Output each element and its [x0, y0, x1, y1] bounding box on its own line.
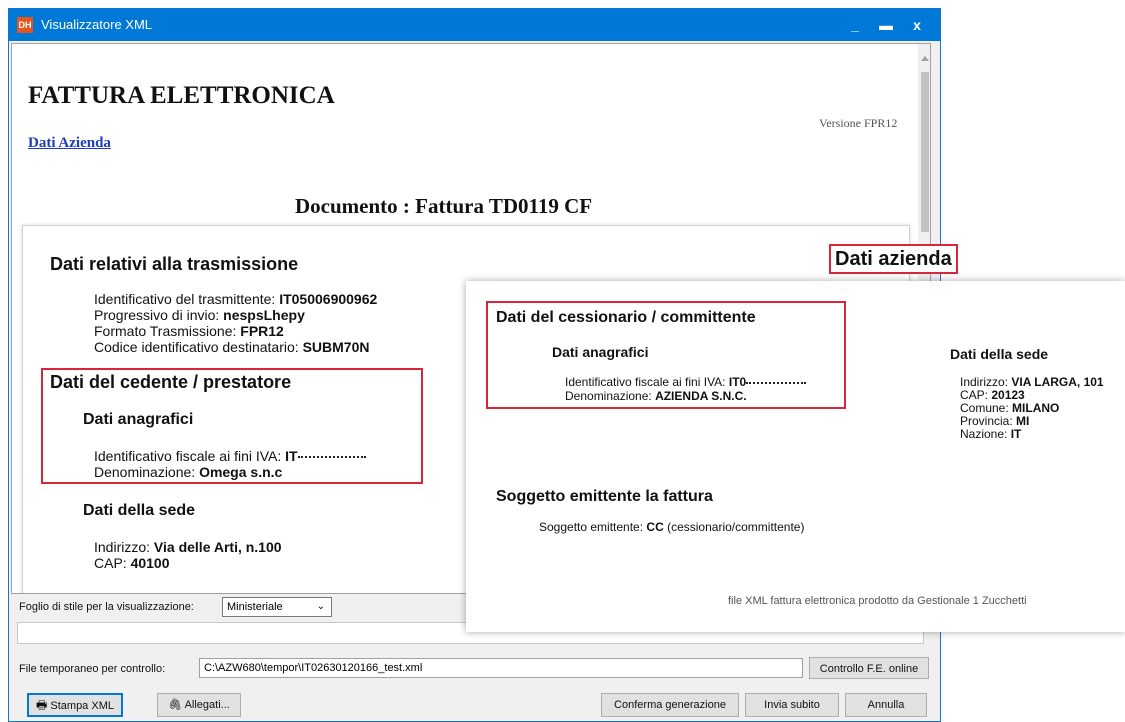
- progressivo-row: Progressivo di invio: nespsLhepy: [94, 307, 305, 323]
- dati-azienda-link[interactable]: Dati Azienda: [28, 135, 111, 152]
- cedente-indirizzo-row: Indirizzo: Via delle Arti, n.100: [94, 539, 282, 555]
- stylesheet-selected-value: Ministeriale: [227, 601, 283, 613]
- sede-nazione-row: Nazione: IT: [960, 427, 1022, 441]
- tempfile-field[interactable]: C:\AZW680\tempor\IT02630120166_test.xml: [199, 658, 803, 678]
- masked-value: [746, 381, 807, 384]
- cedente-sede-title: Dati della sede: [83, 502, 196, 519]
- stylesheet-label: Foglio di stile per la visualizzazione:: [19, 601, 194, 613]
- invia-subito-button[interactable]: Invia subito: [745, 693, 839, 717]
- cedente-title: Dati del cedente / prestatore: [50, 372, 292, 392]
- cessionario-anagrafici-title: Dati anagrafici: [552, 344, 649, 360]
- cedente-iva-row: Identificativo fiscale ai fini IVA: IT: [94, 448, 366, 464]
- app-logo-icon: DH: [17, 17, 33, 33]
- chevron-down-icon: ⌄: [316, 601, 325, 612]
- title-bar[interactable]: DH Visualizzatore XML _ ▬ x: [9, 9, 940, 41]
- printer-icon: 🖶: [36, 698, 48, 712]
- stampa-xml-button[interactable]: 🖶 Stampa XML: [27, 693, 123, 717]
- cessionario-iva-row: Identificativo fiscale ai fini IVA: IT0: [565, 375, 807, 389]
- allegati-label: Allegati...: [184, 699, 230, 711]
- dati-azienda-header: Dati azienda: [829, 244, 958, 274]
- destinatario-row: Codice identificativo destinatario: SUBM…: [94, 339, 370, 355]
- scroll-thumb[interactable]: [921, 72, 929, 232]
- minimize-button[interactable]: _: [840, 9, 870, 41]
- stylesheet-select[interactable]: Ministeriale ⌄: [222, 597, 332, 617]
- version-label: Versione FPR12: [819, 116, 898, 130]
- annulla-button[interactable]: Annulla: [845, 693, 927, 717]
- conferma-generazione-button[interactable]: Conferma generazione: [601, 693, 739, 717]
- dati-azienda-overlay: Dati del cessionario / committente Dati …: [466, 281, 1125, 632]
- scroll-up-arrow-icon[interactable]: [921, 56, 929, 61]
- controllo-online-button[interactable]: Controllo F.E. online: [809, 657, 929, 679]
- cessionario-title: Dati del cessionario / committente: [496, 309, 756, 326]
- cedente-anagrafici-title: Dati anagrafici: [83, 411, 194, 428]
- trasmittente-row: Identificativo del trasmittente: IT05006…: [94, 291, 378, 307]
- sede-title: Dati della sede: [950, 346, 1049, 362]
- masked-value: [297, 456, 366, 459]
- allegati-button[interactable]: 🖇 Allegati...: [157, 693, 241, 717]
- document-title: Documento : Fattura TD0119 CF: [295, 194, 593, 218]
- stampa-xml-label: Stampa XML: [50, 700, 114, 712]
- page-title: FATTURA ELETTRONICA: [28, 82, 335, 109]
- emittente-title: Soggetto emittente la fattura: [496, 488, 713, 505]
- window-title: Visualizzatore XML: [41, 17, 153, 32]
- close-button[interactable]: x: [902, 9, 932, 41]
- formato-row: Formato Trasmissione: FPR12: [94, 323, 284, 339]
- paperclip-icon: 🖇: [168, 699, 183, 711]
- tempfile-label: File temporaneo per controllo:: [19, 663, 166, 675]
- trasmissione-title: Dati relativi alla trasmissione: [50, 254, 299, 274]
- footer-note: file XML fattura elettronica prodotto da…: [728, 595, 1027, 607]
- maximize-button[interactable]: ▬: [871, 9, 901, 41]
- emittente-row: Soggetto emittente: CC (cessionario/comm…: [539, 520, 805, 534]
- cessionario-denominazione-row: Denominazione: AZIENDA S.N.C.: [565, 389, 747, 403]
- cedente-denominazione-row: Denominazione: Omega s.n.c: [94, 464, 283, 480]
- cedente-cap-row: CAP: 40100: [94, 555, 170, 571]
